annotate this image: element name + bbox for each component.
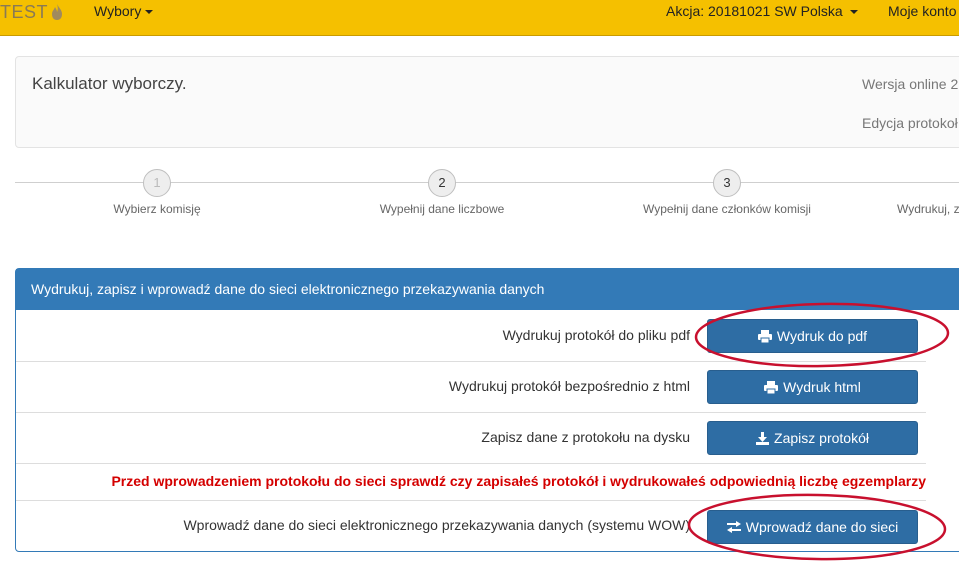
header-panel: Kalkulator wyborczy. Wersja online 2 Edy…	[15, 56, 959, 148]
save-protocol-label: Zapisz dane z protokołu na dysku	[481, 429, 690, 445]
step-2-circle[interactable]: 2	[428, 169, 456, 197]
save-protocol-row: Zapisz dane z protokołu na dysku Zapisz …	[16, 412, 926, 464]
submit-network-button[interactable]: Wprowadź dane do sieci	[707, 510, 918, 544]
print-pdf-button[interactable]: Wydruk do pdf	[707, 319, 918, 353]
submit-network-button-label: Wprowadź dane do sieci	[745, 519, 899, 535]
save-protocol-button[interactable]: Zapisz protokół	[707, 421, 918, 455]
panel-heading: Wydrukuj, zapisz i wprowadź dane do siec…	[16, 269, 959, 310]
action-menu[interactable]: Akcja: 20181021 SW Polska	[666, 3, 858, 19]
brand-text: TEST	[0, 1, 49, 22]
download-icon	[756, 431, 770, 445]
transfer-icon	[726, 521, 741, 533]
print-html-label: Wydrukuj protokół bezpośrednio z html	[448, 378, 690, 394]
step-2-label: Wypełnij dane liczbowe	[379, 202, 505, 216]
save-protocol-button-label: Zapisz protokół	[774, 430, 869, 446]
print-save-panel: Wydrukuj, zapisz i wprowadź dane do siec…	[15, 268, 959, 552]
chevron-down-icon	[145, 9, 154, 14]
action-menu-label: Akcja: 20181021 SW Polska	[666, 3, 843, 19]
step-1-label: Wybierz komisję	[113, 202, 201, 216]
print-html-row: Wydrukuj protokół bezpośrednio z html Wy…	[16, 361, 926, 413]
flame-icon	[52, 4, 63, 20]
warning-row: Przed wprowadzeniem protokołu do sieci s…	[16, 463, 926, 501]
step-3-label: Wypełnij dane członków komisji	[643, 202, 811, 216]
version-text: Wersja online 2	[862, 76, 959, 92]
print-html-button[interactable]: Wydruk html	[707, 370, 918, 404]
print-pdf-button-label: Wydruk do pdf	[776, 328, 868, 344]
step-1-circle[interactable]: 1	[143, 169, 171, 197]
edition-text: Edycja protokoł	[862, 115, 958, 131]
warning-text: Przed wprowadzeniem protokołu do sieci s…	[111, 473, 926, 489]
account-menu[interactable]: Moje konto	[888, 3, 956, 19]
elections-menu[interactable]: Wybory	[94, 3, 154, 19]
chevron-down-icon	[849, 9, 858, 14]
account-menu-label: Moje konto	[888, 3, 957, 19]
step-3-circle[interactable]: 3	[713, 169, 741, 197]
printer-icon	[757, 329, 772, 343]
brand-logo[interactable]: TEST	[0, 1, 64, 23]
network-label: Wprowadź dane do sieci elektronicznego p…	[183, 517, 690, 533]
step-4-label: Wydrukuj, z	[897, 202, 959, 216]
top-navbar: TEST Wybory Akcja: 20181021 SW Polska Mo…	[0, 0, 959, 36]
print-pdf-label: Wydrukuj protokół do pliku pdf	[502, 327, 690, 343]
elections-menu-label: Wybory	[94, 3, 142, 19]
printer-icon	[764, 380, 779, 394]
print-html-button-label: Wydruk html	[783, 379, 861, 395]
print-pdf-row: Wydrukuj protokół do pliku pdf Wydruk do…	[16, 310, 926, 362]
network-row: Wprowadź dane do sieci elektronicznego p…	[16, 500, 926, 551]
page-title: Kalkulator wyborczy.	[32, 74, 187, 93]
